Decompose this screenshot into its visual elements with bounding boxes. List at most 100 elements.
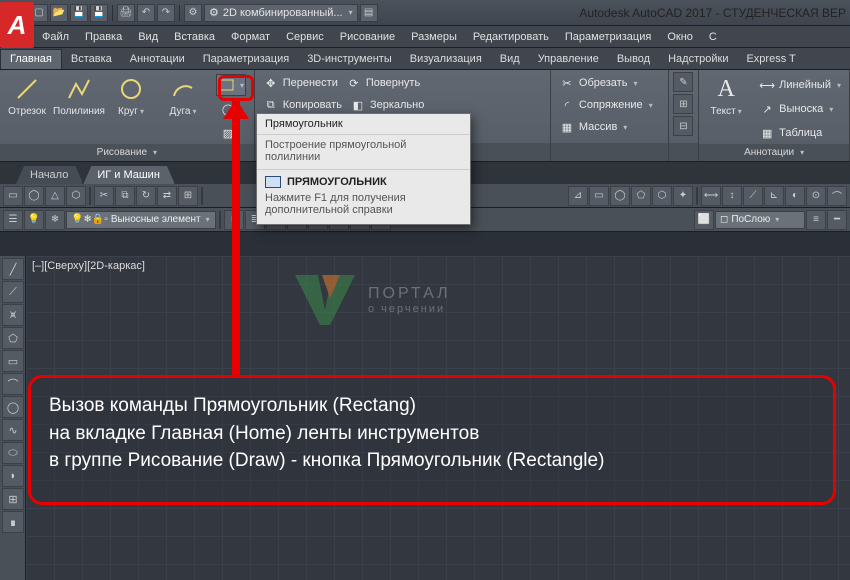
qat-gear-icon[interactable]: ⚙ (184, 4, 202, 22)
dim-icon: ⟷ (759, 77, 775, 93)
workspace-combo[interactable]: ⚙2D комбинированный... (204, 4, 358, 22)
tb2-icon[interactable]: ━ (827, 210, 847, 230)
panel-annot-title[interactable]: Аннотации (699, 144, 849, 161)
freeze-icon[interactable]: ❄ (45, 210, 65, 230)
tb1-icon[interactable]: ▭ (3, 186, 23, 206)
tb1-icon[interactable]: ⬡ (652, 186, 672, 206)
tool-fillet[interactable]: ◜Сопряжение (555, 94, 657, 116)
lp-poly-icon[interactable]: ⬠ (2, 327, 24, 349)
tb1-icon[interactable]: ⊾ (764, 186, 784, 206)
extra-icon-2[interactable]: ⊞ (673, 94, 693, 114)
menu-tools[interactable]: Сервис (278, 26, 332, 47)
tb1-icon[interactable]: ◐ (785, 186, 805, 206)
tb1-icon[interactable]: ⌒ (827, 186, 847, 206)
tb1-icon[interactable]: ✦ (673, 186, 693, 206)
viewport-label[interactable]: [–][Сверху][2D-каркас] (32, 260, 145, 272)
tool-line[interactable]: Отрезок (4, 72, 50, 117)
tab-insert[interactable]: Вставка (62, 50, 121, 69)
qat-open-icon[interactable]: 📂 (50, 4, 68, 22)
app-menu-button[interactable]: A (0, 2, 34, 48)
tb1-icon[interactable]: ▭ (589, 186, 609, 206)
tab-addins[interactable]: Надстройки (659, 50, 737, 69)
lp-ins-icon[interactable]: ⊞ (2, 488, 24, 510)
lp-line-icon[interactable]: ╱ (2, 258, 24, 280)
lp-spl-icon[interactable]: ∿ (2, 419, 24, 441)
tb1-icon[interactable]: △ (45, 186, 65, 206)
tab-annotate[interactable]: Аннотации (121, 50, 194, 69)
tb1-icon[interactable]: ⬡ (66, 186, 86, 206)
tab-express[interactable]: Express T (737, 50, 804, 69)
tab-home[interactable]: Главная (0, 49, 62, 69)
lp-circ-icon[interactable]: ◯ (2, 396, 24, 418)
layer-combo[interactable]: 💡❄🔒▫ Выносные элемент (66, 211, 216, 229)
tab-param[interactable]: Параметризация (194, 50, 298, 69)
tb1-icon[interactable]: ⊙ (806, 186, 826, 206)
menu-modify[interactable]: Редактировать (465, 26, 557, 47)
tool-trim[interactable]: ✂Обрезать (555, 72, 642, 94)
tool-hatch[interactable]: ▨ (216, 122, 246, 144)
tool-arc[interactable]: Дуга (160, 72, 206, 117)
menu-edit[interactable]: Правка (77, 26, 130, 47)
color-bylayer-combo[interactable]: ◻ ПоСлою (715, 211, 805, 229)
tab-output[interactable]: Вывод (608, 50, 659, 69)
tb1-icon[interactable]: ✂ (94, 186, 114, 206)
tab-3d[interactable]: 3D-инструменты (298, 50, 401, 69)
tool-table[interactable]: ▦Таблица (755, 122, 845, 144)
tab-view[interactable]: Вид (491, 50, 529, 69)
leader-icon: ↗ (759, 101, 775, 117)
menu-view[interactable]: Вид (130, 26, 166, 47)
menu-window[interactable]: Окно (659, 26, 701, 47)
tool-array[interactable]: ▦Массив (555, 116, 631, 138)
lp-ella-icon[interactable]: ◗ (2, 465, 24, 487)
tb1-icon[interactable]: ◯ (24, 186, 44, 206)
tool-dim-linear[interactable]: ⟷Линейный (755, 74, 845, 96)
menu-param[interactable]: Параметризация (557, 26, 659, 47)
tb2-icon[interactable]: ≡ (806, 210, 826, 230)
menu-insert[interactable]: Вставка (166, 26, 223, 47)
layer-props-icon[interactable]: ☰ (3, 210, 23, 230)
callout-rectangle-highlight (218, 75, 254, 101)
tb2-icon[interactable]: ⬜ (694, 210, 714, 230)
menu-file[interactable]: Файл (34, 26, 77, 47)
qat-plot-icon[interactable]: 🖨 (117, 4, 135, 22)
tb1-icon[interactable]: ⇄ (157, 186, 177, 206)
tb1-icon[interactable]: ↕ (722, 186, 742, 206)
doctab-current[interactable]: ИГ и Машин (83, 166, 175, 184)
tb1-icon[interactable]: ↻ (136, 186, 156, 206)
tb1-icon[interactable]: ◯ (610, 186, 630, 206)
lp-arc-icon[interactable]: ⌒ (2, 373, 24, 395)
tb1-icon[interactable]: ⟷ (701, 186, 721, 206)
tool-polyline[interactable]: Полилиния (56, 72, 102, 117)
tab-visual[interactable]: Визуализация (401, 50, 491, 69)
lp-rect-icon[interactable]: ▭ (2, 350, 24, 372)
menu-dim[interactable]: Размеры (403, 26, 465, 47)
lp-pnt-icon[interactable]: ∎ (2, 511, 24, 533)
doctab-start[interactable]: Начало (16, 166, 83, 184)
tool-rotate[interactable]: ⟳Повернуть (342, 72, 424, 94)
lp-ell-icon[interactable]: ⬭ (2, 442, 24, 464)
tool-text[interactable]: A Текст (703, 72, 749, 117)
tb1-icon[interactable]: ⬠ (631, 186, 651, 206)
tool-circle[interactable]: Круг (108, 72, 154, 117)
qat-share-icon[interactable]: ▤ (360, 4, 378, 22)
menu-format[interactable]: Формат (223, 26, 278, 47)
tab-manage[interactable]: Управление (529, 50, 608, 69)
qat-undo-icon[interactable]: ↶ (137, 4, 155, 22)
extra-icon-1[interactable]: ✎ (673, 72, 693, 92)
tb1-icon[interactable]: ⊿ (568, 186, 588, 206)
tool-leader[interactable]: ↗Выноска (755, 98, 845, 120)
tb1-icon[interactable]: ⟋ (743, 186, 763, 206)
menu-draw[interactable]: Рисование (332, 26, 403, 47)
tb1-icon[interactable]: ⊞ (178, 186, 198, 206)
lp-xline-icon[interactable]: ⟋ (2, 281, 24, 303)
qat-save-icon[interactable]: 💾 (70, 4, 88, 22)
panel-draw-title[interactable]: Рисование (0, 144, 254, 161)
menu-help[interactable]: С (701, 26, 725, 47)
bulb-icon[interactable]: 💡 (24, 210, 44, 230)
tool-move[interactable]: ✥Перенести (259, 72, 342, 94)
lp-pline-icon[interactable]: ⩙ (2, 304, 24, 326)
qat-saveas-icon[interactable]: 💾 (90, 4, 108, 22)
extra-icon-3[interactable]: ⊟ (673, 116, 693, 136)
tb1-icon[interactable]: ⧉ (115, 186, 135, 206)
qat-redo-icon[interactable]: ↷ (157, 4, 175, 22)
